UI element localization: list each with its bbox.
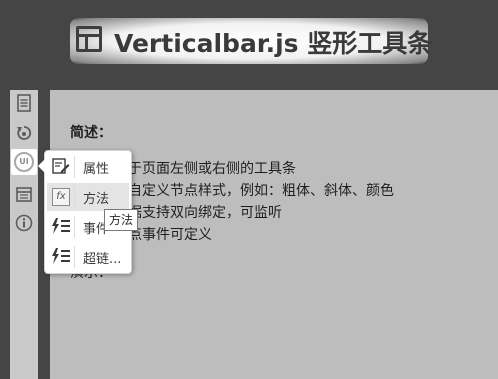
ui-icon[interactable]: UI (11, 149, 37, 175)
refresh-hand-icon[interactable] (15, 124, 33, 142)
edit-icon (51, 157, 71, 177)
header-bar: Verticalbar.js 竖形工具条 (0, 0, 498, 88)
lightning-list-icon (51, 247, 71, 267)
content-line: 据支持双向绑定，可监听 (128, 205, 282, 221)
page-title: Verticalbar.js 竖形工具条 (114, 29, 433, 58)
lightning-list-icon (51, 217, 71, 237)
popup-arrow (38, 159, 45, 173)
menu-item-hyperlink[interactable]: 超链... (47, 243, 129, 271)
menu-item-properties[interactable]: 属性 (47, 153, 129, 181)
content-heading: 简述： (70, 125, 112, 141)
info-icon[interactable] (15, 214, 33, 232)
window-icon (76, 26, 102, 52)
function-icon: fx (51, 187, 71, 207)
calendar-icon[interactable] (15, 186, 33, 204)
menu-item-methods[interactable]: fx 方法 (47, 183, 129, 211)
content-line: 点事件可定义 (128, 227, 212, 243)
menu-item-label: 超链... (83, 252, 122, 267)
document-icon[interactable] (15, 94, 33, 112)
menu-item-label: 属性 (83, 162, 110, 177)
title-banner: Verticalbar.js 竖形工具条 (70, 18, 432, 64)
menu-separator (74, 246, 75, 268)
content-line: 于页面左侧或右侧的工具条 (128, 161, 296, 177)
menu-separator (74, 216, 75, 238)
content-line: 自定义节点样式，例如：粗体、斜体、颜色 (128, 183, 394, 199)
tooltip: 方法 (104, 209, 138, 231)
menu-separator (74, 156, 75, 178)
menu-item-label: 方法 (83, 192, 110, 207)
vertical-toolbar: UI (10, 90, 38, 379)
menu-separator (74, 186, 75, 208)
